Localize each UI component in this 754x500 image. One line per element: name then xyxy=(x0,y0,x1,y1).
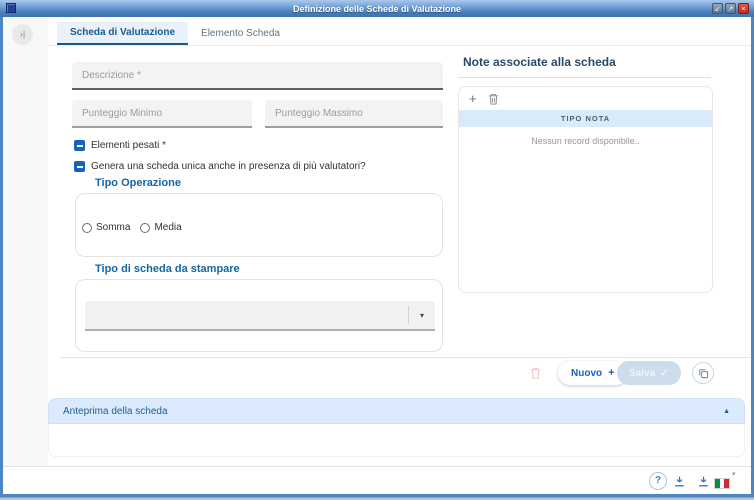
copy-icon xyxy=(698,368,708,378)
check-icon: ✓ xyxy=(660,367,669,379)
add-note-icon[interactable]: + xyxy=(469,92,477,105)
radio-unchecked-icon xyxy=(82,222,92,233)
radio-media-label: Media xyxy=(154,222,182,233)
app-window: Definizione delle Schede di Valutazione … xyxy=(0,0,754,500)
anteprima-header[interactable]: Anteprima della scheda ▲ xyxy=(48,398,745,424)
window-title: Definizione delle Schede di Valutazione xyxy=(292,3,462,14)
scheda-unica-label: Genera una scheda unica anche in presenz… xyxy=(91,161,366,172)
radio-unchecked-icon xyxy=(140,222,151,233)
tab-scheda-di-valutazione[interactable]: Scheda di Valutazione xyxy=(57,22,189,45)
radio-somma-label: Somma xyxy=(96,222,131,233)
delete-note-icon[interactable] xyxy=(488,93,499,105)
tab-bar: Scheda di Valutazione Elemento Scheda xyxy=(48,22,751,46)
note-toolbar: + xyxy=(459,87,712,110)
flag-caret-icon: ▾ xyxy=(732,471,736,478)
note-table-header-row: TIPO NOTA xyxy=(459,110,712,127)
language-flag-italy[interactable] xyxy=(714,478,730,489)
anteprima-title: Anteprima della scheda xyxy=(63,405,168,417)
salva-button-label: Salva xyxy=(629,367,656,379)
radio-media[interactable]: Media xyxy=(140,222,182,233)
tipo-operazione-radio-group: Somma Media xyxy=(82,222,182,233)
collapse-arrow-icon: ▲ xyxy=(723,407,730,415)
note-table-header: TIPO NOTA xyxy=(560,114,611,123)
footer-divider xyxy=(3,466,751,467)
tipo-operazione-legend: Tipo Operazione xyxy=(95,177,181,189)
elementi-pesati-label: Elementi pesati * xyxy=(91,140,167,151)
title-bar: Definizione delle Schede di Valutazione … xyxy=(0,0,754,17)
checkbox-checked-icon xyxy=(74,161,85,172)
checkbox-checked-icon xyxy=(74,140,85,151)
download-icon[interactable] xyxy=(673,475,686,488)
radio-somma[interactable]: Somma xyxy=(82,222,130,233)
punteggio-massimo-field[interactable] xyxy=(265,100,443,128)
tipo-scheda-legend: Tipo di scheda da stampare xyxy=(95,263,240,275)
delete-record-icon[interactable] xyxy=(530,366,541,384)
chevron-down-icon: ▾ xyxy=(419,310,424,320)
salva-button[interactable]: Salva ✓ xyxy=(617,361,681,385)
duplicate-button[interactable] xyxy=(692,362,714,384)
elementi-pesati-checkbox[interactable]: Elementi pesati * xyxy=(74,140,166,151)
plus-icon: + xyxy=(608,367,615,379)
minimize-button[interactable]: ↙ xyxy=(712,3,723,14)
help-icon[interactable]: ? xyxy=(649,472,667,490)
action-row-divider xyxy=(60,357,750,358)
note-panel-title: Note associate alla scheda xyxy=(463,55,616,69)
window-border-bottom xyxy=(0,494,754,500)
punteggio-minimo-field[interactable] xyxy=(72,100,252,128)
window-controls: ↙ ↗ × xyxy=(712,3,749,14)
anteprima-content xyxy=(48,424,745,457)
note-empty-message: Nessun record disponibile.. xyxy=(531,136,640,146)
sidebar-expand-icon[interactable]: ›| xyxy=(12,24,33,45)
close-button[interactable]: × xyxy=(738,3,749,14)
descrizione-field[interactable] xyxy=(72,62,443,90)
flag-red-band xyxy=(724,479,730,488)
tipo-scheda-select[interactable]: ▾ xyxy=(85,301,435,331)
scheda-unica-checkbox[interactable]: Genera una scheda unica anche in presenz… xyxy=(74,161,366,172)
note-panel-divider xyxy=(458,77,711,78)
note-panel: + TIPO NOTA Nessun record disponibile.. xyxy=(458,86,713,293)
sidebar-strip xyxy=(3,17,48,466)
export-icon[interactable] xyxy=(697,475,710,488)
maximize-button[interactable]: ↗ xyxy=(725,3,736,14)
tab-elemento-scheda[interactable]: Elemento Scheda xyxy=(188,22,293,45)
nuovo-button-label: Nuovo xyxy=(571,367,603,379)
